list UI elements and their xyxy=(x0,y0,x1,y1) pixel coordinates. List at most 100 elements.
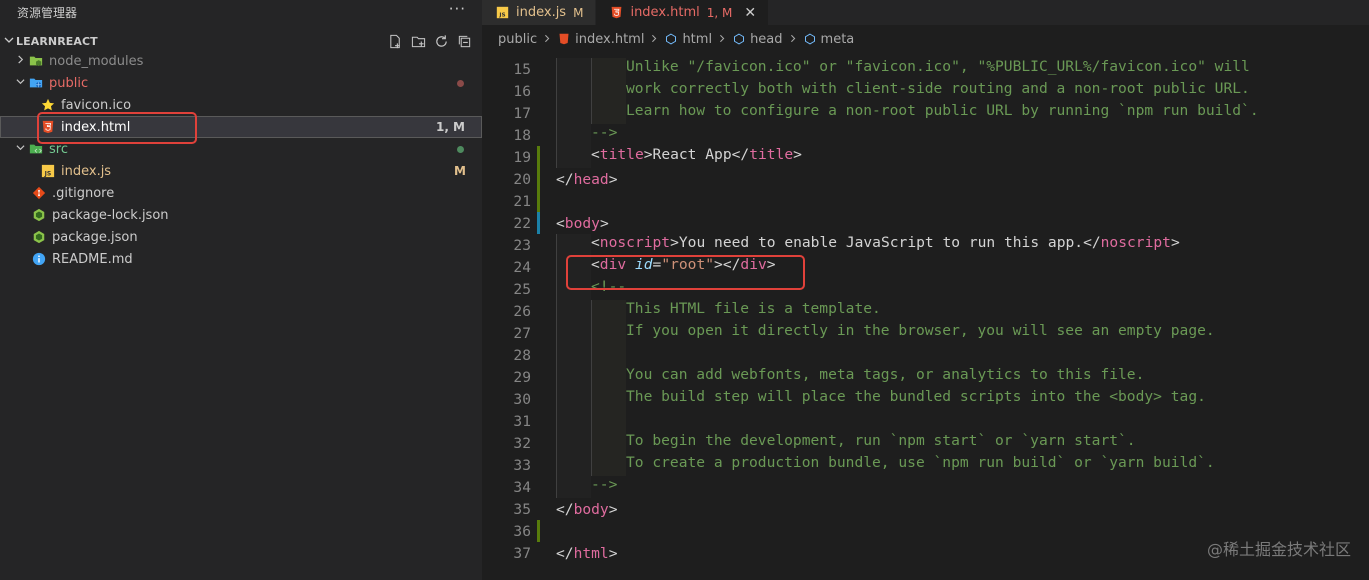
code-line[interactable]: 32 To begin the development, run `npm sta… xyxy=(482,432,1369,454)
code-line[interactable]: 21 xyxy=(482,190,1369,212)
chevron-down-icon[interactable] xyxy=(12,143,28,155)
collapse-all-icon[interactable] xyxy=(455,32,474,50)
nodejs-icon xyxy=(31,207,47,223)
chevron-down-icon[interactable] xyxy=(12,77,28,89)
line-number: 29 xyxy=(513,368,531,386)
breadcrumb-item[interactable]: meta xyxy=(821,32,855,47)
html5-icon xyxy=(608,5,624,21)
tree-item-src[interactable]: src xyxy=(0,138,482,160)
new-folder-icon[interactable] xyxy=(409,32,428,50)
more-actions-icon[interactable]: ··· xyxy=(449,0,466,18)
git-gutter-marker xyxy=(537,190,540,212)
breadcrumb-item[interactable]: public xyxy=(498,32,537,47)
indent-guide xyxy=(556,300,591,322)
chevron-right-icon[interactable] xyxy=(12,55,28,67)
line-number: 18 xyxy=(513,126,531,144)
tree-item-node-modules[interactable]: node_modules xyxy=(0,50,482,72)
code-line[interactable]: 16 work correctly both with client-side r… xyxy=(482,80,1369,102)
breadcrumb-item[interactable]: head xyxy=(750,32,782,47)
code-text: <body> xyxy=(556,215,609,232)
breadcrumb-item[interactable]: index.html xyxy=(575,32,644,47)
public-folder-icon xyxy=(28,75,44,91)
code-line[interactable]: 23 <noscript>You need to enable JavaScrip… xyxy=(482,234,1369,256)
tree-item-label: README.md xyxy=(52,251,133,267)
tree-item-package[interactable]: package.json xyxy=(0,226,482,248)
tree-item-gitignore[interactable]: .gitignore xyxy=(0,182,482,204)
code-line[interactable]: 34 --> xyxy=(482,476,1369,498)
indent-guide xyxy=(556,256,591,278)
code-token: > xyxy=(608,500,618,518)
code-text: Unlike "/favicon.ico" or "favicon.ico", … xyxy=(556,58,1250,80)
code-text: </body> xyxy=(556,501,618,518)
error-dot xyxy=(457,79,464,87)
code-line[interactable]: 17 Learn how to configure a non-root publ… xyxy=(482,102,1369,124)
indent-guide xyxy=(591,80,626,102)
tree-item-label: .gitignore xyxy=(52,185,115,201)
tree-item-label: index.js xyxy=(61,163,112,179)
file-status-badge: M xyxy=(454,164,466,178)
indent-guide xyxy=(591,432,626,454)
tree-item-public[interactable]: public xyxy=(0,72,482,94)
code-line[interactable]: 15 Unlike "/favicon.ico" or "favicon.ico"… xyxy=(482,58,1369,80)
code-line[interactable]: 24 <div id="root"></div> xyxy=(482,256,1369,278)
tree-item-label: package.json xyxy=(52,229,138,245)
code-line[interactable]: 33 To create a production bundle, use `np… xyxy=(482,454,1369,476)
indent-guide xyxy=(556,80,591,102)
src-folder-icon xyxy=(28,141,44,157)
refresh-icon[interactable] xyxy=(432,32,451,50)
code-token: The build step will place the bundled sc… xyxy=(626,388,1206,405)
code-text: To begin the development, run `npm start… xyxy=(556,432,1136,454)
code-line[interactable]: 35 </body> xyxy=(482,498,1369,520)
code-line[interactable]: 29 You can add webfonts, meta tags, or an… xyxy=(482,366,1369,388)
code-token: noscript xyxy=(599,234,671,251)
code-line[interactable]: 27 If you open it directly in the browser… xyxy=(482,322,1369,344)
indent-guide xyxy=(556,410,591,432)
code-token: > xyxy=(599,214,609,232)
code-editor[interactable]: 15 Unlike "/favicon.ico" or "favicon.ico"… xyxy=(482,58,1369,564)
code-line[interactable]: 18 --> xyxy=(482,124,1369,146)
indent-guide xyxy=(556,102,591,124)
indent-guide xyxy=(591,388,626,410)
indent-guide xyxy=(591,454,626,476)
code-token: html xyxy=(573,544,609,562)
code-line[interactable]: 20 </head> xyxy=(482,168,1369,190)
tree-item-package-lock[interactable]: package-lock.json xyxy=(0,204,482,226)
chevron-down-icon[interactable] xyxy=(4,35,16,48)
line-number: 15 xyxy=(513,60,531,78)
indent-guide xyxy=(591,410,626,432)
line-number: 22 xyxy=(513,214,531,232)
explorer-sidebar: 资源管理器 ··· LEARNREACT node_modules public… xyxy=(0,0,482,580)
code-line[interactable]: 22 <body> xyxy=(482,212,1369,234)
line-number: 28 xyxy=(513,346,531,364)
code-token: title xyxy=(599,146,644,163)
indent-guide xyxy=(556,234,591,256)
tab-index-html[interactable]: index.html 1, M ✕ xyxy=(596,0,770,25)
new-file-icon[interactable] xyxy=(386,32,405,50)
tab-index-js[interactable]: JS index.js M xyxy=(482,0,597,25)
code-text xyxy=(556,344,626,366)
tab-label: index.js xyxy=(516,5,567,20)
tree-item-readme[interactable]: README.md xyxy=(0,248,482,270)
tree-item-index-html[interactable]: index.html 1, M xyxy=(0,116,482,138)
line-number: 34 xyxy=(513,478,531,496)
code-line[interactable]: 19 <title>React App</title> xyxy=(482,146,1369,168)
breadcrumb-item[interactable]: html xyxy=(682,32,712,47)
code-line[interactable]: 30 The build step will place the bundled … xyxy=(482,388,1369,410)
code-token: > xyxy=(1170,234,1180,251)
code-text: </head> xyxy=(556,171,618,188)
close-icon[interactable]: ✕ xyxy=(744,5,756,21)
code-line[interactable]: 26 This HTML file is a template. xyxy=(482,300,1369,322)
code-text: </html> xyxy=(556,545,618,562)
code-line[interactable]: 25 <!-- xyxy=(482,278,1369,300)
tree-item-favicon[interactable]: favicon.ico xyxy=(0,94,482,116)
code-text: This HTML file is a template. xyxy=(556,300,881,322)
line-number: 26 xyxy=(513,302,531,320)
git-gutter-marker xyxy=(537,168,540,190)
code-line[interactable]: 28 xyxy=(482,344,1369,366)
html5-icon xyxy=(40,119,56,135)
line-number: 37 xyxy=(513,544,531,562)
git-icon xyxy=(31,185,47,201)
tree-item-index-js[interactable]: JS index.js M xyxy=(0,160,482,182)
code-line[interactable]: 31 xyxy=(482,410,1369,432)
code-token: To create a production bundle, use `npm … xyxy=(626,454,1215,471)
